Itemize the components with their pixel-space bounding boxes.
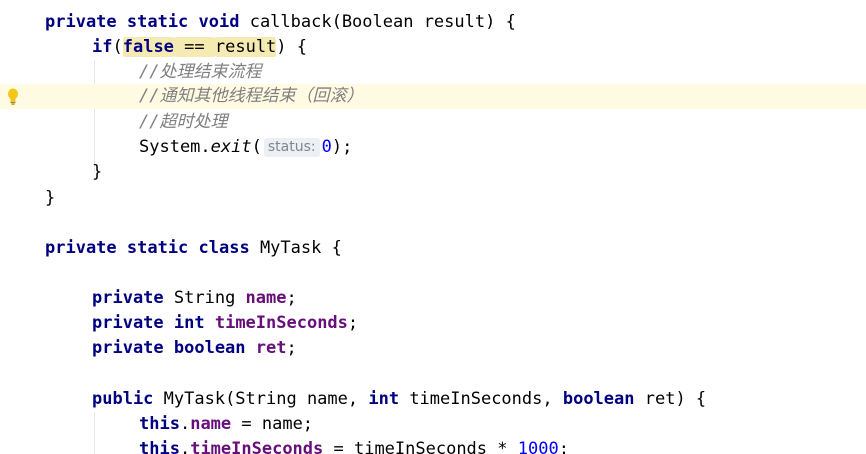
code-text: ; (286, 338, 297, 358)
field-name: timeInSeconds (214, 313, 348, 333)
comment: //超时处理 (139, 112, 228, 132)
code-text: = timeInSeconds * (323, 439, 518, 454)
code-line-2[interactable]: if(false == result) { (0, 35, 866, 60)
code-line-5[interactable]: //超时处理 (0, 110, 866, 135)
code-line-9[interactable]: private static class MyTask { (0, 236, 866, 261)
keyword: int (368, 389, 400, 409)
code-line-8[interactable]: } (0, 186, 866, 211)
code-text: timeInSeconds, (399, 389, 563, 409)
code-line-1[interactable]: private static void callback(Boolean res… (0, 10, 866, 35)
code-text: ( (251, 137, 262, 157)
code-text: . (179, 414, 191, 434)
code-line-7[interactable]: } (0, 160, 866, 185)
code-text: ; (347, 313, 359, 333)
number-literal: 1000 (517, 439, 559, 454)
code-editor[interactable]: private static void callback(Boolean res… (0, 0, 866, 454)
keyword: private int (92, 313, 205, 333)
code-text: MyTask(String name, (153, 389, 369, 409)
parameter-hint: status: (263, 138, 320, 157)
code-text: MyTask { (249, 238, 342, 258)
code-text: ( (112, 37, 123, 57)
code-text: . (179, 439, 191, 454)
keyword: if (92, 37, 113, 57)
result-identifier-highlighted: result (214, 37, 277, 57)
field-name: name (245, 288, 287, 308)
closing-brace: } (45, 188, 56, 208)
number-literal: 0 (321, 137, 332, 157)
code-text-highlighted: == (173, 37, 215, 57)
code-text: ; (286, 288, 297, 308)
code-text: String (163, 288, 246, 308)
code-text: ret) { (634, 389, 707, 409)
lightbulb-icon[interactable] (7, 88, 19, 105)
keyword: boolean (562, 389, 635, 409)
closing-brace: } (92, 162, 103, 182)
keyword-highlighted: false (122, 37, 174, 57)
code-text: ) { (276, 37, 308, 57)
keyword: this (139, 414, 180, 434)
field-name: ret (255, 338, 287, 358)
code-line-10[interactable]: private String name; (0, 286, 866, 311)
code-line-12[interactable]: private boolean ret; (0, 336, 866, 361)
code-text: System. (139, 137, 211, 157)
keyword: private boolean (92, 338, 246, 358)
keyword: private (92, 288, 164, 308)
keyword: private static class (45, 238, 250, 258)
method-name: exit (210, 137, 252, 157)
code-text: ; (558, 439, 569, 454)
code-line-15[interactable]: this.timeInSeconds = timeInSeconds * 100… (0, 437, 866, 454)
comment: //处理结束流程 (139, 62, 262, 82)
field-name: timeInSeconds (190, 439, 324, 454)
code-line-14[interactable]: this.name = name; (0, 412, 866, 437)
code-line-4-current[interactable]: //通知其他线程结束（回滚） (0, 84, 866, 109)
keyword: this (139, 439, 180, 454)
field-name: name (190, 414, 232, 434)
code-text: callback(Boolean result) { (239, 12, 516, 32)
code-line-6[interactable]: System.exit(status: 0); (0, 135, 866, 160)
code-text: ); (331, 137, 353, 157)
code-line-3[interactable]: //处理结束流程 (0, 60, 866, 85)
code-text: = name; (231, 414, 314, 434)
code-line-13[interactable]: public MyTask(String name, int timeInSec… (0, 387, 866, 412)
code-line-11[interactable]: private int timeInSeconds; (0, 311, 866, 336)
keyword: private static void (45, 12, 240, 32)
keyword: public (92, 389, 154, 409)
comment: //通知其他线程结束（回滚） (139, 86, 364, 106)
